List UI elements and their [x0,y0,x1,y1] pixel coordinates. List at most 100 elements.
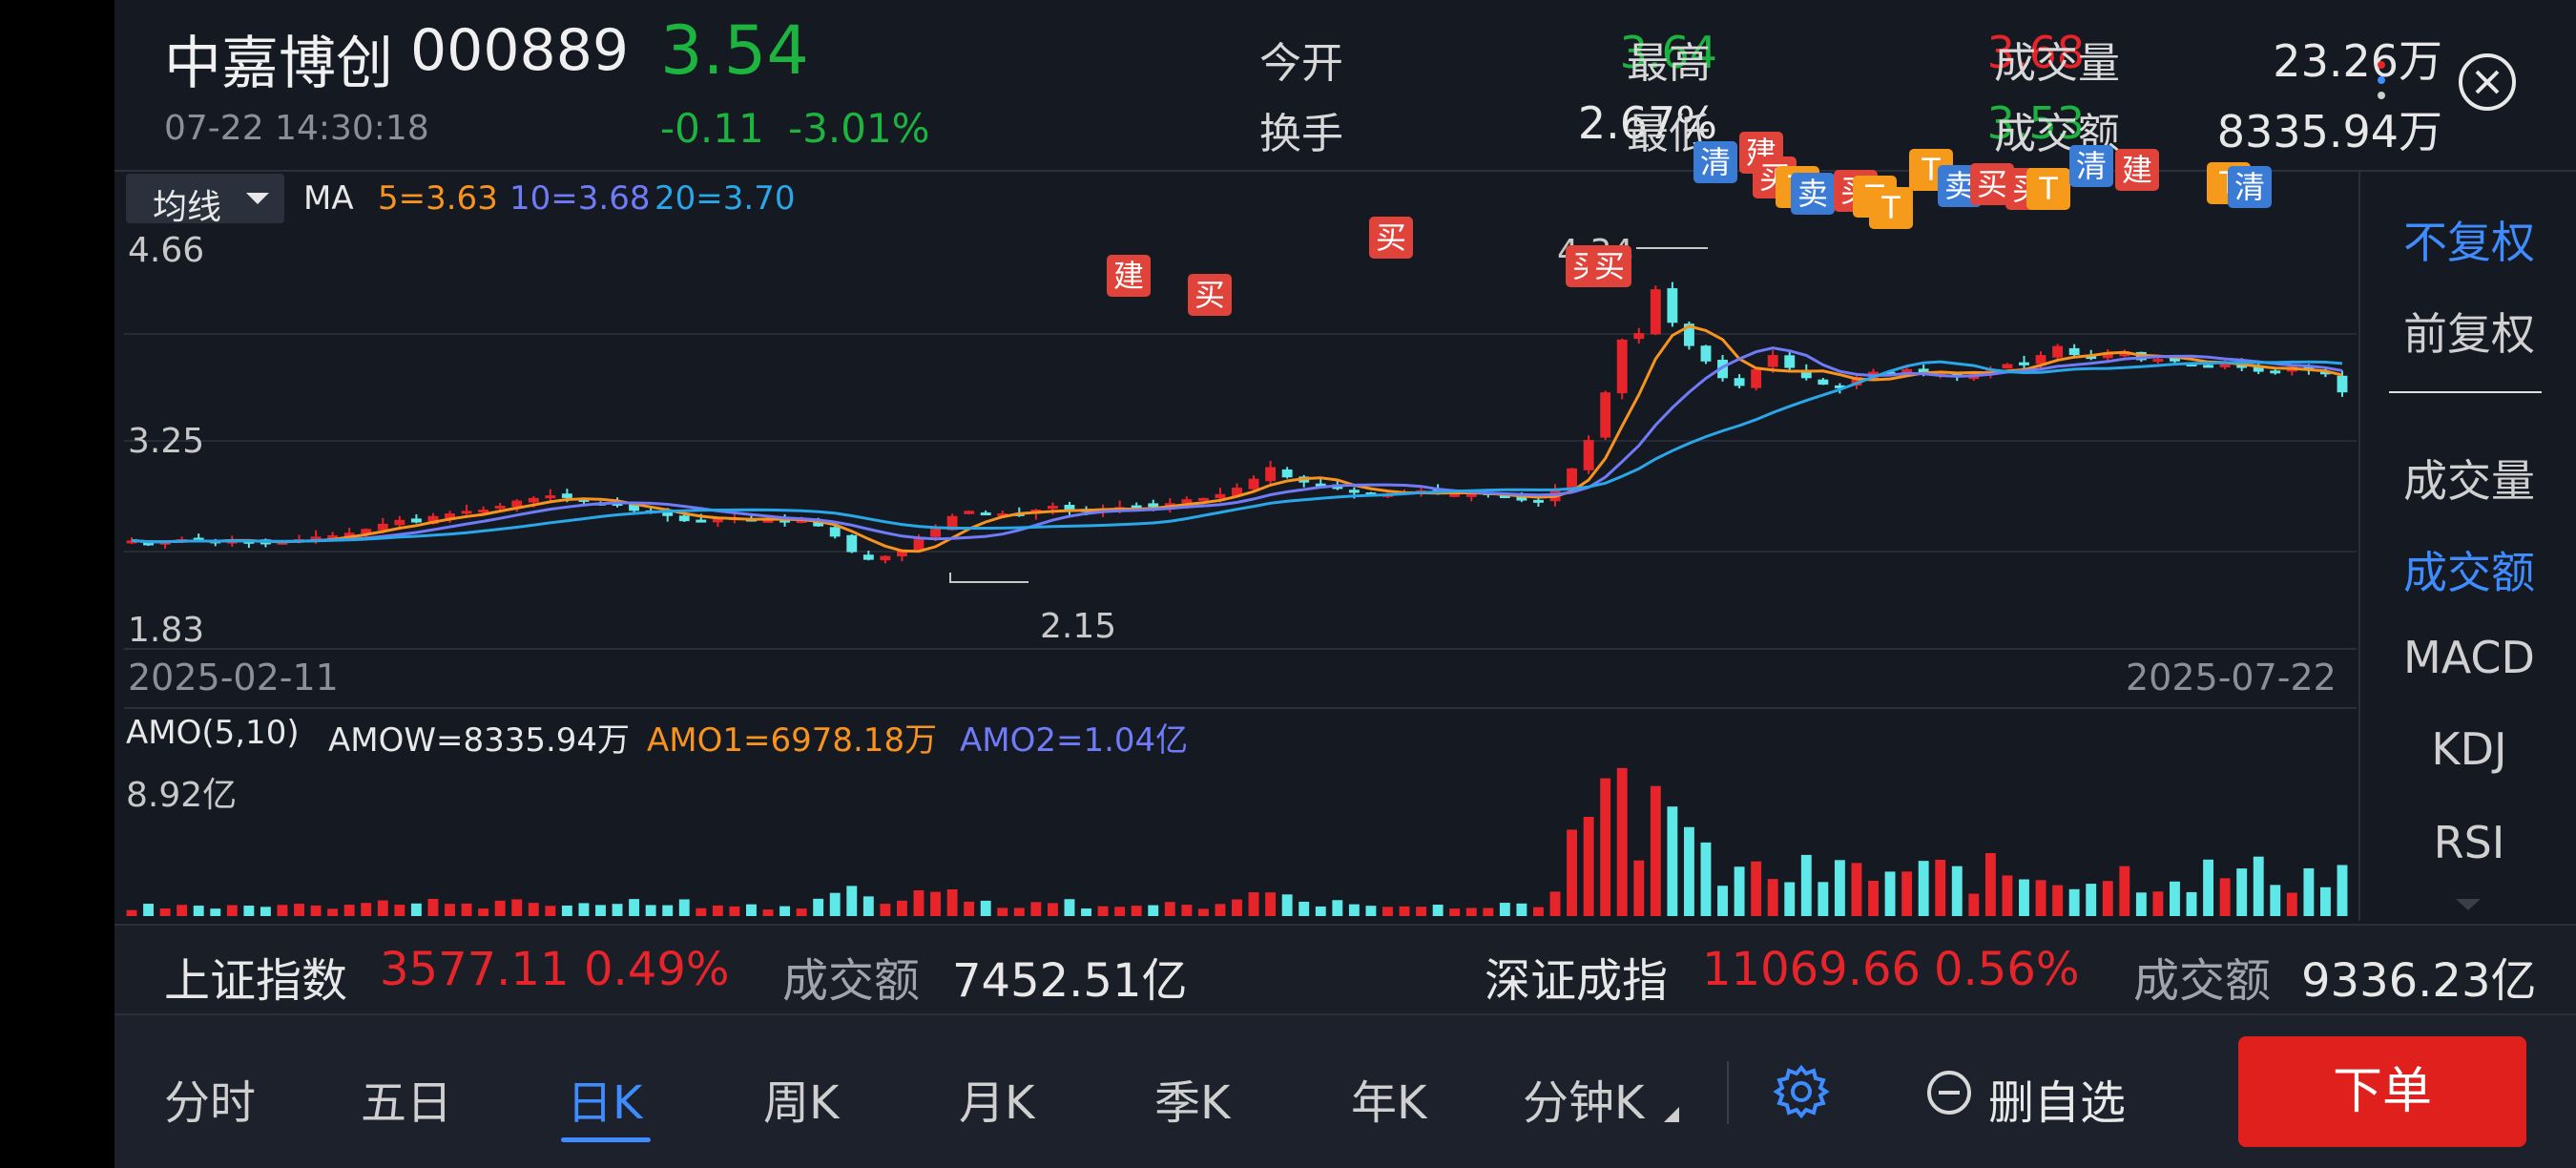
amount-bar [779,906,791,916]
indicator-volume[interactable]: 成交量 [2360,447,2576,510]
indicator-kdj[interactable]: KDJ [2360,723,2576,775]
kline-chart[interactable]: 均线 MA 5=3.63 10=3.68 20=3.70 4.66 3.25 1… [124,132,2357,921]
amount-bar [829,892,841,916]
trade-marker: 买 [1588,245,1631,287]
amount-bar [478,908,489,916]
tab-monthly-k[interactable]: 月K [959,1065,1034,1132]
amount-bar [1047,903,1058,916]
current-price: 3.54 [660,11,809,90]
amount-bar [427,898,439,916]
amount-bar [1382,907,1393,916]
amount-bar [1197,908,1209,916]
amount-bar [126,909,137,916]
indicator-macd[interactable]: MACD [2360,632,2576,683]
trade-marker: 建 [1107,255,1151,297]
amount-bar [1181,905,1193,916]
sz-amount-value: 9336.23亿 [2301,954,2537,1008]
no-adjust-option[interactable]: 不复权 [2360,208,2576,271]
trade-marker: 建 [2115,149,2159,191]
amount-bar [377,900,388,916]
tab-weekly-k[interactable]: 周K [763,1065,839,1132]
tab-intraday[interactable]: 分时 [164,1065,256,1132]
amo1-value: AMO1=6978.18万 [647,721,938,760]
amount-bar [678,899,690,916]
amount-bar [210,908,221,916]
amount-bar [1700,842,1712,916]
amount-bar [494,900,506,916]
stock-name: 中嘉博创 [164,31,393,97]
scroll-down-icon[interactable] [2456,899,2481,912]
end-date: 2025-07-22 [2126,657,2337,699]
amount-bar [1751,861,1762,916]
amount-bar [1265,892,1277,916]
sz-amount-label: 成交额 [2133,954,2272,1008]
amount-bar [2086,884,2097,916]
amount-bar [645,905,656,916]
price-axis-bottom: 1.83 [128,611,205,650]
amount-bar [1332,900,1343,916]
amount-bar [1868,880,1879,916]
settings-gear-icon[interactable] [1773,1063,1830,1120]
amount-bar [1734,866,1745,916]
remove-watch-button[interactable]: 删自选 [1988,1065,2126,1132]
amount-bar [2320,886,2331,916]
sh-amount-label: 成交额 [782,954,921,1008]
amount-bar [159,908,171,916]
sz-index-value: 11069.66 [1702,943,1922,996]
amount-bar [1935,860,1946,916]
tab-divider [1727,1061,1729,1124]
amount-bar [1834,860,1845,916]
price-change: -0.11 [660,105,764,152]
amount-bar [528,903,539,916]
amount-bar [277,905,288,916]
amount-bar [1600,778,1611,916]
amount-bar [2270,885,2281,916]
forward-adjust-option[interactable]: 前复权 [2360,300,2576,363]
active-tab-underline [561,1137,651,1142]
amount-bar [1767,879,1778,916]
amount-bar [1298,901,1310,916]
amount-bar [193,906,204,916]
trade-marker: 买 [1369,217,1413,259]
amount-bar [1984,853,1996,916]
tab-daily-k[interactable]: 日K [567,1065,642,1132]
amount-bar [2052,885,2064,916]
remove-watch-icon[interactable] [1925,1069,1973,1116]
amount-bar [796,908,807,916]
amount-bar [177,905,188,916]
amount-bar [1348,904,1360,916]
amount-bar [511,899,523,916]
high-label: 最高 [1627,39,1711,88]
corner-triangle-icon [1664,1107,1679,1122]
amount-bar [1800,854,1812,916]
trade-marker: 清 [2228,166,2272,208]
sh-index-pct: 0.49% [584,943,730,996]
amount-bar [343,905,355,916]
tab-five-day[interactable]: 五日 [361,1065,452,1132]
amow-value: AMOW=8335.94万 [328,721,631,760]
amount-bar [2170,881,2180,916]
tab-yearly-k[interactable]: 年K [1351,1065,1426,1132]
amount-bar [561,905,572,916]
amount-bar [930,891,941,916]
amount-bar [1399,906,1410,916]
tab-minute-k[interactable]: 分钟K [1523,1065,1644,1132]
tab-quarterly-k[interactable]: 季K [1154,1065,1230,1132]
trade-marker: T [2026,168,2070,210]
amount-bar [862,896,874,916]
amount-bar [2219,878,2231,916]
amount-bar [1013,907,1025,916]
sz-index-pct: 0.56% [1934,943,2080,996]
amount-bar [2236,868,2248,916]
more-menu-icon[interactable] [2378,61,2389,118]
trade-marker: 清 [2069,145,2113,187]
indicator-rsi[interactable]: RSI [2360,817,2576,868]
amount-bar [1901,871,1913,916]
market-index-bar[interactable]: 上证指数 3577.11 0.49% 成交额 7452.51亿 深证成指 110… [114,924,2576,1013]
amount-bar [1633,860,1645,916]
amount-bar [1081,908,1091,916]
close-icon[interactable] [2459,53,2516,111]
indicator-amount[interactable]: 成交额 [2360,538,2576,601]
order-button[interactable]: 下单 [2238,1036,2526,1147]
sz-index-name: 深证成指 [1485,954,1669,1008]
